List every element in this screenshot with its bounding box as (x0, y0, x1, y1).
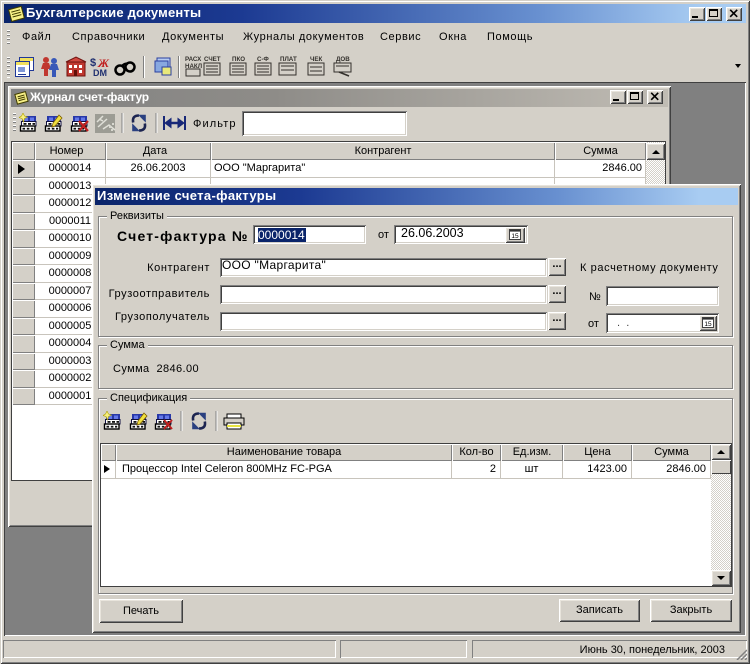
svg-text:РАСХ: РАСХ (185, 56, 202, 63)
svg-text:ДОВ: ДОВ (336, 56, 350, 63)
svg-text:ПЛАТ: ПЛАТ (280, 56, 297, 63)
svg-text:СЧЕТ: СЧЕТ (204, 56, 221, 63)
svg-text:ПКО: ПКО (232, 56, 245, 63)
svg-text:ЧЕК: ЧЕК (310, 56, 322, 63)
svg-text:15: 15 (511, 233, 519, 240)
svg-text:15: 15 (704, 321, 712, 328)
svg-text:DM: DM (93, 68, 107, 78)
svg-text:С-Ф: С-Ф (257, 56, 270, 63)
